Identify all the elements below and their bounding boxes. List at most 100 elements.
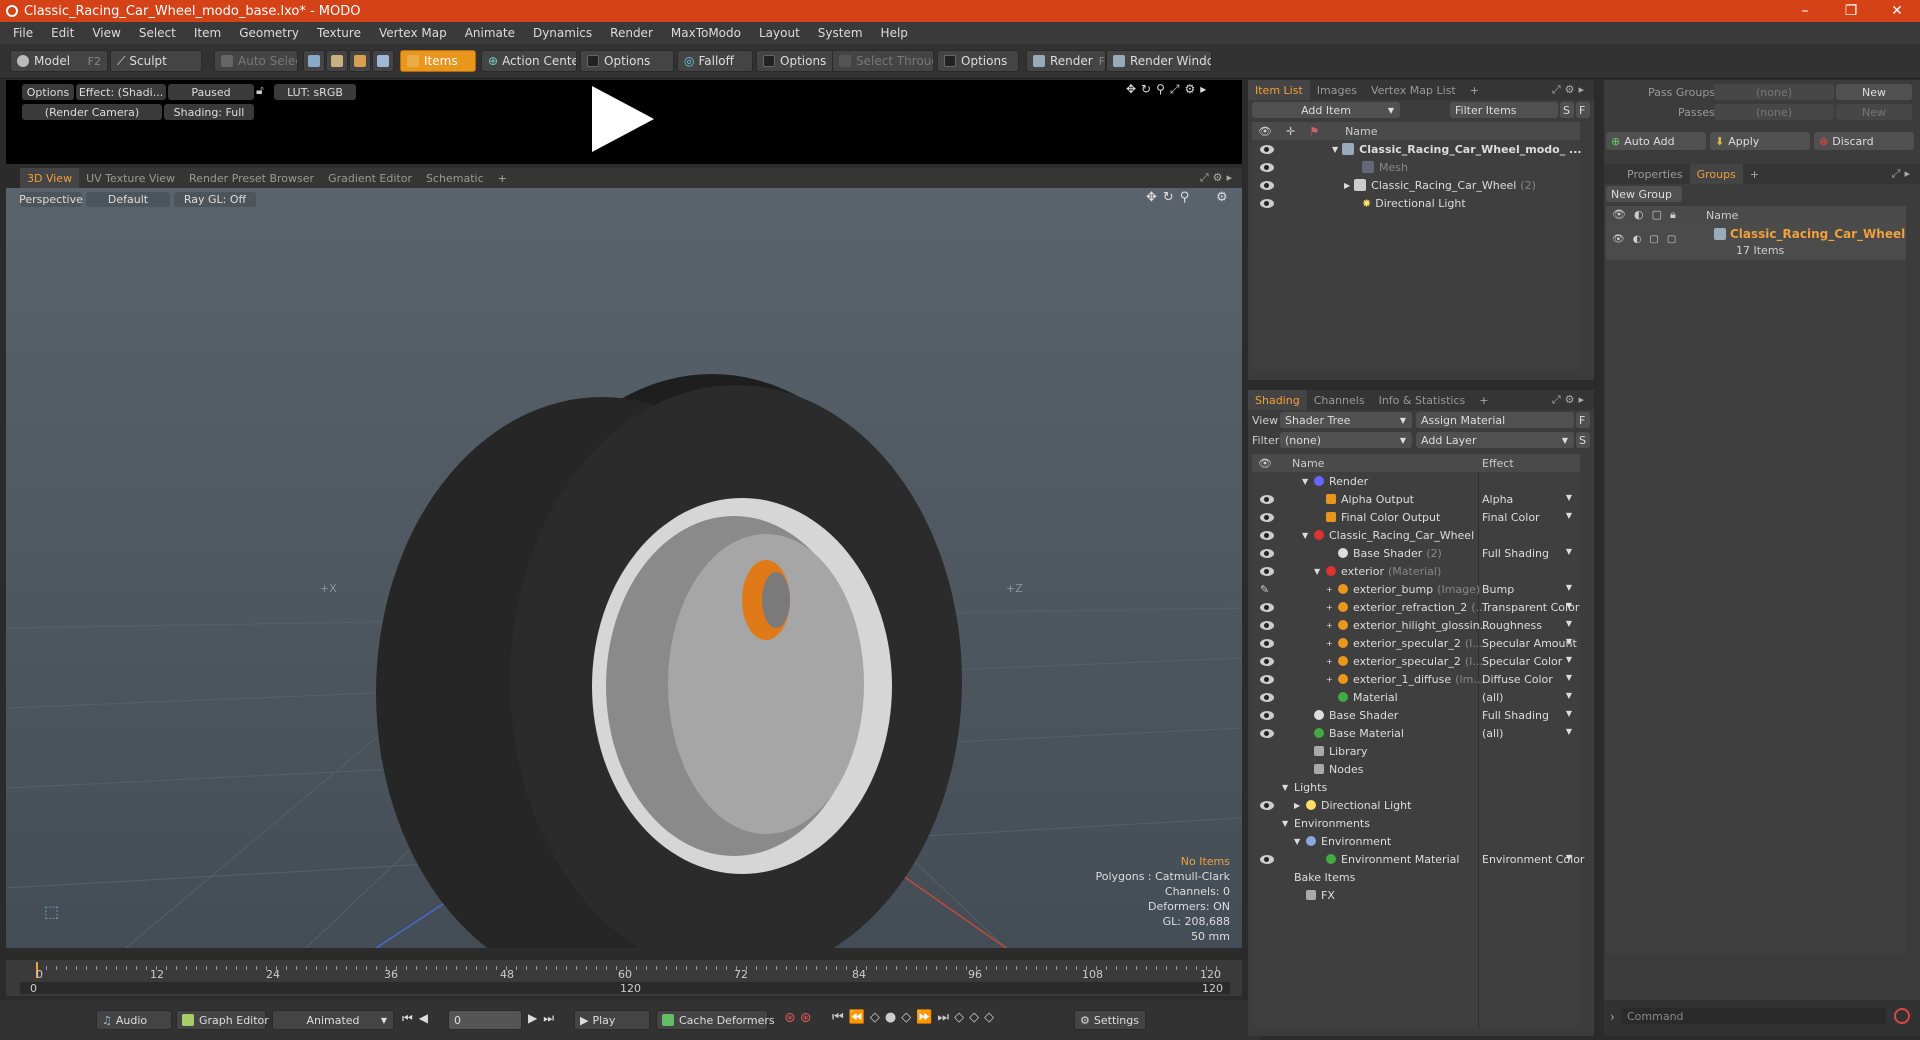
effect-dropdown[interactable]: Specular Amount ▼ <box>1482 637 1577 650</box>
tab-images[interactable]: Images <box>1310 80 1364 100</box>
expand-toggle-icon[interactable]: ▶ <box>1294 801 1306 810</box>
close-button[interactable]: ✕ <box>1874 3 1920 19</box>
assign-material-button[interactable]: Assign Material <box>1416 412 1574 428</box>
add-tab-button[interactable]: + <box>1472 390 1495 410</box>
raygl-dropdown[interactable]: Ray GL: Off <box>174 192 256 207</box>
filter-s-button[interactable]: S <box>1560 102 1574 118</box>
menu-texture[interactable]: Texture <box>308 26 370 40</box>
filter-items-field[interactable]: Filter Items <box>1450 102 1558 118</box>
effect-dropdown[interactable]: Specular Color ▼ <box>1482 655 1576 668</box>
add-tab-button[interactable]: + <box>1463 80 1486 100</box>
tab-channels[interactable]: Channels <box>1307 390 1372 410</box>
expand-toggle-icon[interactable]: ▼ <box>1294 837 1306 846</box>
perspective-dropdown[interactable]: Perspective <box>19 192 83 207</box>
minimize-button[interactable]: – <box>1782 3 1828 19</box>
preview-view-controls[interactable]: ✥↻⚲⤢⚙▸ <box>1126 82 1211 97</box>
range-bar[interactable]: 0 120 120 <box>20 982 1230 995</box>
effect-dropdown[interactable]: Full Shading ▼ <box>1482 547 1576 560</box>
preview-paused-button[interactable]: Paused <box>168 84 254 100</box>
tab-groups[interactable]: Groups <box>1689 164 1743 184</box>
effect-dropdown[interactable]: Final Color ▼ <box>1482 511 1576 524</box>
play-button[interactable]: ▶ Play <box>574 1010 650 1030</box>
expand-toggle-icon[interactable]: + <box>1326 675 1338 684</box>
visibility-eye-icon[interactable] <box>1260 674 1274 684</box>
effect-dropdown[interactable]: Environment Color ▼ <box>1482 853 1584 866</box>
visibility-eye-icon[interactable] <box>1260 566 1274 576</box>
new-group-button[interactable]: New Group <box>1606 186 1682 202</box>
auto-select-button[interactable]: Auto Select <box>214 50 298 72</box>
falloff-button[interactable]: ◎ Falloff <box>677 50 753 72</box>
settings-button[interactable]: ⚙ Settings <box>1074 1010 1146 1030</box>
expand-toggle-icon[interactable]: + <box>1326 657 1338 666</box>
action-center-button[interactable]: ⊕ Action Center <box>481 50 577 72</box>
select-through-button[interactable]: Select Through <box>832 50 934 72</box>
visibility-eye-icon[interactable] <box>1260 198 1274 208</box>
effect-dropdown[interactable]: Alpha ▼ <box>1482 493 1576 506</box>
menu-edit[interactable]: Edit <box>42 26 83 40</box>
shader-tree-row[interactable]: ▼ Lights <box>1252 778 1580 796</box>
visibility-eye-icon[interactable] <box>1260 854 1274 864</box>
expand-toggle-icon[interactable]: ▼ <box>1302 531 1314 540</box>
effect-dropdown[interactable]: Full Shading ▼ <box>1482 709 1576 722</box>
lock-icon[interactable]: 🔓︎ <box>256 83 264 98</box>
shader-tree-row[interactable]: + exterior_1_diffuse (Im... Diffuse Color ▼ <box>1252 670 1580 688</box>
view-tab-controls[interactable]: ⤢⚙▸ <box>1200 171 1242 185</box>
expand-toggle-icon[interactable]: ▼ <box>1282 783 1294 792</box>
panel-controls[interactable]: ⤢▸ <box>1892 167 1920 181</box>
shader-tree-row[interactable]: ▼ Render <box>1252 472 1580 490</box>
panel-controls[interactable]: ⤢⚙▸ <box>1552 83 1594 97</box>
visibility-eye-icon[interactable] <box>1260 656 1274 666</box>
visibility-eye-icon[interactable] <box>1260 638 1274 648</box>
menu-view[interactable]: View <box>83 26 129 40</box>
effect-dropdown[interactable]: (all) ▼ <box>1482 727 1576 740</box>
shader-tree-row[interactable]: Base Shader Full Shading ▼ <box>1252 706 1580 724</box>
timeline[interactable]: 0 12 24 36 48 60 72 84 96 108 120 0 120 … <box>6 960 1242 996</box>
add-tab-button[interactable]: + <box>1743 164 1766 184</box>
effect-dropdown[interactable]: Diffuse Color ▼ <box>1482 673 1576 686</box>
chevron-down-icon[interactable]: ▼ <box>1332 145 1338 154</box>
menu-geometry[interactable]: Geometry <box>230 26 308 40</box>
key-controls[interactable]: ⏮⏪◇●◇⏩⏭◇◇◇ <box>832 1010 999 1025</box>
sculpt-mode-button[interactable]: ⟋ Sculpt <box>110 50 202 72</box>
visibility-eye-icon[interactable] <box>1260 162 1274 172</box>
shader-tree-row[interactable]: ▼ Environments <box>1252 814 1580 832</box>
tab-info-statistics[interactable]: Info & Statistics <box>1372 390 1473 410</box>
menu-vertex-map[interactable]: Vertex Map <box>370 26 456 40</box>
list-item[interactable]: ✸ Directional Light <box>1252 194 1580 212</box>
shader-tree-row[interactable]: ▶ Directional Light <box>1252 796 1580 814</box>
expand-toggle-icon[interactable]: + <box>1326 639 1338 648</box>
model-mode-button[interactable]: Model F2 <box>10 50 108 72</box>
view-dropdown[interactable]: Shader Tree ▼ <box>1280 412 1412 428</box>
audio-button[interactable]: ♫ Audio <box>96 1010 172 1030</box>
visibility-eye-icon[interactable] <box>1260 144 1274 154</box>
expand-toggle-icon[interactable]: ▼ <box>1314 567 1326 576</box>
list-item[interactable]: ▶ Classic_Racing_Car_Wheel (2) <box>1252 176 1580 194</box>
preview-effect-dropdown[interactable]: Effect: (Shadi... <box>76 84 166 100</box>
materials-mode-button[interactable] <box>372 50 394 72</box>
maximize-button[interactable]: ❐ <box>1828 3 1874 19</box>
brush-icon[interactable]: ✎ <box>1260 583 1269 596</box>
filter-dropdown[interactable]: (none) ▼ <box>1280 432 1412 448</box>
tab-properties[interactable]: Properties <box>1620 164 1690 184</box>
add-item-dropdown[interactable]: Add Item ▼ <box>1252 102 1400 118</box>
visibility-eye-icon[interactable] <box>1260 620 1274 630</box>
new-pass-button[interactable]: New <box>1836 104 1912 120</box>
effect-dropdown[interactable]: (all) ▼ <box>1482 691 1576 704</box>
shader-tree-row[interactable]: Material (all) ▼ <box>1252 688 1580 706</box>
menu-render[interactable]: Render <box>601 26 662 40</box>
expand-toggle-icon[interactable]: + <box>1326 585 1338 594</box>
viewport-nav-controls[interactable]: ✥↻⚲ <box>1146 190 1195 205</box>
add-tab-button[interactable]: + <box>491 168 514 188</box>
polygons-mode-button[interactable] <box>349 50 371 72</box>
tab-uv-texture-view[interactable]: UV Texture View <box>79 168 182 188</box>
menu-layout[interactable]: Layout <box>750 26 809 40</box>
items-mode-button[interactable]: Items <box>400 50 476 72</box>
visibility-eye-icon[interactable] <box>1260 512 1274 522</box>
visibility-eye-icon[interactable] <box>1260 728 1274 738</box>
chevron-right-icon[interactable]: ▶ <box>1344 181 1350 190</box>
shader-tree-row[interactable]: + exterior_specular_2 (I... Specular Amount… <box>1252 634 1580 652</box>
shader-tree-row[interactable]: ▼ Classic_Racing_Car_Wheel <box>1252 526 1580 544</box>
tab-item-list[interactable]: Item List <box>1248 80 1310 100</box>
visibility-eye-icon[interactable] <box>1260 800 1274 810</box>
expand-toggle-icon[interactable]: ▼ <box>1282 819 1294 828</box>
